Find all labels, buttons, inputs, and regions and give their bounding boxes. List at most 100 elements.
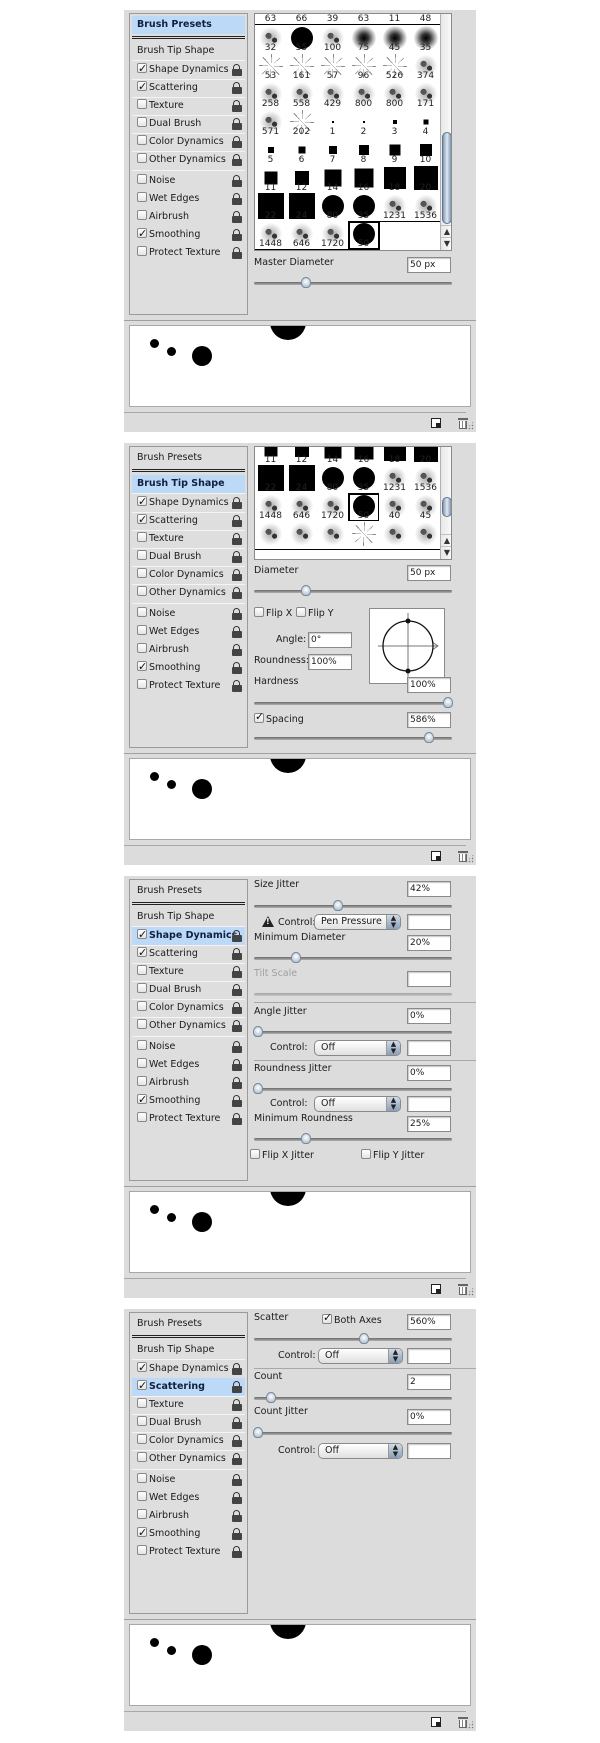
brush-preset-cell[interactable]: 63 (348, 14, 380, 25)
count-jitter-field[interactable]: 0% (407, 1409, 451, 1425)
brush-preset-cell[interactable]: 55 (286, 25, 318, 54)
sidebar-item-shape-dynamics[interactable]: Shape Dynamics (132, 493, 245, 512)
sidebar-item-brush-presets[interactable]: Brush Presets (132, 449, 245, 467)
lock-icon[interactable] (232, 100, 242, 112)
sidebar-checkbox-smoothing[interactable] (137, 1524, 147, 1542)
brush-preset-cell[interactable]: 22 (255, 192, 287, 222)
brush-preset-cell[interactable]: 1448 (255, 493, 287, 522)
flip-x-checkbox[interactable]: Flip X (254, 607, 292, 619)
brush-preset-cell[interactable]: 45 (379, 25, 411, 54)
sidebar-item-protect-texture[interactable]: Protect Texture (132, 1110, 245, 1128)
sidebar-checkbox-dual-brush[interactable] (137, 550, 147, 560)
trash-icon[interactable] (458, 1717, 468, 1728)
slider-thumb[interactable] (443, 697, 453, 708)
sidebar-item-scattering[interactable]: Scattering (132, 1377, 245, 1396)
sidebar-item-texture[interactable]: Texture (132, 1396, 245, 1414)
sidebar-item-wet-edges[interactable]: Wet Edges (132, 623, 245, 641)
lock-icon[interactable] (232, 136, 242, 148)
slider-thumb[interactable] (253, 1083, 263, 1094)
lock-icon[interactable] (232, 1528, 242, 1540)
brush-preset-cell[interactable]: 16 (348, 447, 380, 466)
sidebar-checkbox-scattering[interactable] (137, 1377, 147, 1395)
slider-thumb[interactable] (266, 1392, 277, 1403)
sidebar-checkbox-noise[interactable] (137, 1040, 147, 1050)
lock-icon[interactable] (232, 1510, 242, 1522)
lock-icon[interactable] (232, 118, 242, 130)
sidebar-item-brush-presets[interactable]: Brush Presets (132, 1315, 245, 1333)
sidebar-checkbox-shape-dynamics[interactable] (137, 60, 147, 78)
brush-preset-cell[interactable]: 7 (317, 137, 349, 166)
sidebar-item-texture[interactable]: Texture (132, 963, 245, 981)
lock-icon[interactable] (232, 515, 242, 527)
lock-icon[interactable] (232, 1041, 242, 1053)
lock-icon[interactable] (232, 680, 242, 692)
brush-preset-cell[interactable]: 646 (286, 493, 318, 522)
new-preset-icon[interactable] (431, 418, 441, 428)
brush-preset-cell[interactable]: 80 (317, 465, 349, 494)
minimum-roundness-field[interactable]: 25% (407, 1116, 451, 1132)
brush-preset-cell[interactable]: 11 (255, 447, 287, 466)
brush-preset-cell[interactable]: 66 (286, 14, 318, 25)
brush-preset-cell[interactable]: 526 (379, 53, 411, 82)
sidebar-checkbox-smoothing[interactable] (137, 225, 147, 243)
angle-control-field[interactable] (407, 1040, 451, 1056)
sidebar-item-texture[interactable]: Texture (132, 530, 245, 548)
flip-y-checkbox[interactable]: Flip Y (296, 607, 334, 619)
brush-preset-cell[interactable]: 32 (255, 25, 287, 54)
brush-preset-cell[interactable]: 39 (317, 14, 349, 25)
count-control-field[interactable] (407, 1443, 451, 1459)
brush-preset-cell[interactable]: 22 (255, 464, 287, 494)
scroll-up-arrow[interactable]: ▲ (441, 225, 451, 237)
lock-icon[interactable] (232, 1492, 242, 1504)
diameter-field[interactable]: 50 px (407, 565, 451, 581)
lock-icon[interactable] (232, 154, 242, 166)
sidebar-checkbox-dual-brush[interactable] (137, 983, 147, 993)
lock-icon[interactable] (232, 608, 242, 620)
lock-icon[interactable] (232, 175, 242, 187)
brush-preset-cell[interactable]: 3 (379, 109, 411, 138)
sidebar-item-wet-edges[interactable]: Wet Edges (132, 190, 245, 208)
brush-preset-cell[interactable]: 96 (348, 53, 380, 82)
diameter-slider[interactable] (254, 585, 452, 597)
brush-preset-cell[interactable]: 4 (410, 109, 442, 138)
brush-preset-cell[interactable]: 1720 (317, 221, 349, 250)
both-axes-checkbox[interactable]: Both Axes (322, 1311, 382, 1326)
brush-preset-cell[interactable]: 100 (317, 25, 349, 54)
brush-preset-cell[interactable]: 11 (255, 165, 287, 194)
sidebar-checkbox-other-dynamics[interactable] (137, 586, 147, 596)
brush-preset-cell[interactable]: 374 (410, 53, 442, 82)
brush-preset-cell[interactable] (348, 521, 380, 550)
lock-icon[interactable] (232, 569, 242, 581)
brush-preset-cell[interactable]: 1448 (255, 221, 287, 250)
brush-preset-cell[interactable]: 800 (348, 81, 380, 110)
slider-thumb[interactable] (300, 277, 311, 288)
scatter-control-select[interactable]: Off ▲ ▼ (318, 1348, 403, 1364)
angle-jitter-slider[interactable] (253, 1026, 452, 1038)
sidebar-item-protect-texture[interactable]: Protect Texture (132, 244, 245, 262)
lock-icon[interactable] (232, 497, 242, 509)
sidebar-checkbox-smoothing[interactable] (137, 1091, 147, 1109)
minimum-diameter-field[interactable]: 20% (407, 935, 451, 951)
lock-icon[interactable] (232, 587, 242, 599)
scroll-down-arrow[interactable]: ▼ (441, 237, 451, 249)
sidebar-checkbox-scattering[interactable] (137, 944, 147, 962)
sidebar-item-noise[interactable]: Noise (132, 172, 245, 190)
lock-icon[interactable] (232, 1095, 242, 1107)
sidebar-item-airbrush[interactable]: Airbrush (132, 1507, 245, 1525)
angle-control-select[interactable]: Off ▲ ▼ (314, 1040, 401, 1056)
count-field[interactable]: 2 (407, 1374, 451, 1390)
sidebar-item-other-dynamics[interactable]: Other Dynamics (132, 584, 245, 602)
sidebar-checkbox-protect-texture[interactable] (137, 246, 147, 256)
brush-preset-cell[interactable]: 258 (255, 81, 287, 110)
sidebar-item-airbrush[interactable]: Airbrush (132, 1074, 245, 1092)
brush-preset-cell[interactable]: 16 (348, 165, 380, 194)
sidebar-item-protect-texture[interactable]: Protect Texture (132, 1543, 245, 1561)
brush-preset-cell[interactable]: 1720 (317, 493, 349, 522)
lock-icon[interactable] (232, 626, 242, 638)
flip-x-jitter-checkbox[interactable]: Flip X Jitter (250, 1149, 314, 1161)
brush-preset-cell[interactable]: 14 (317, 447, 349, 466)
lock-icon[interactable] (232, 1453, 242, 1465)
size-jitter-field[interactable]: 42% (407, 881, 451, 897)
sidebar-item-dual-brush[interactable]: Dual Brush (132, 548, 245, 566)
brush-preset-cell[interactable]: 57 (317, 53, 349, 82)
